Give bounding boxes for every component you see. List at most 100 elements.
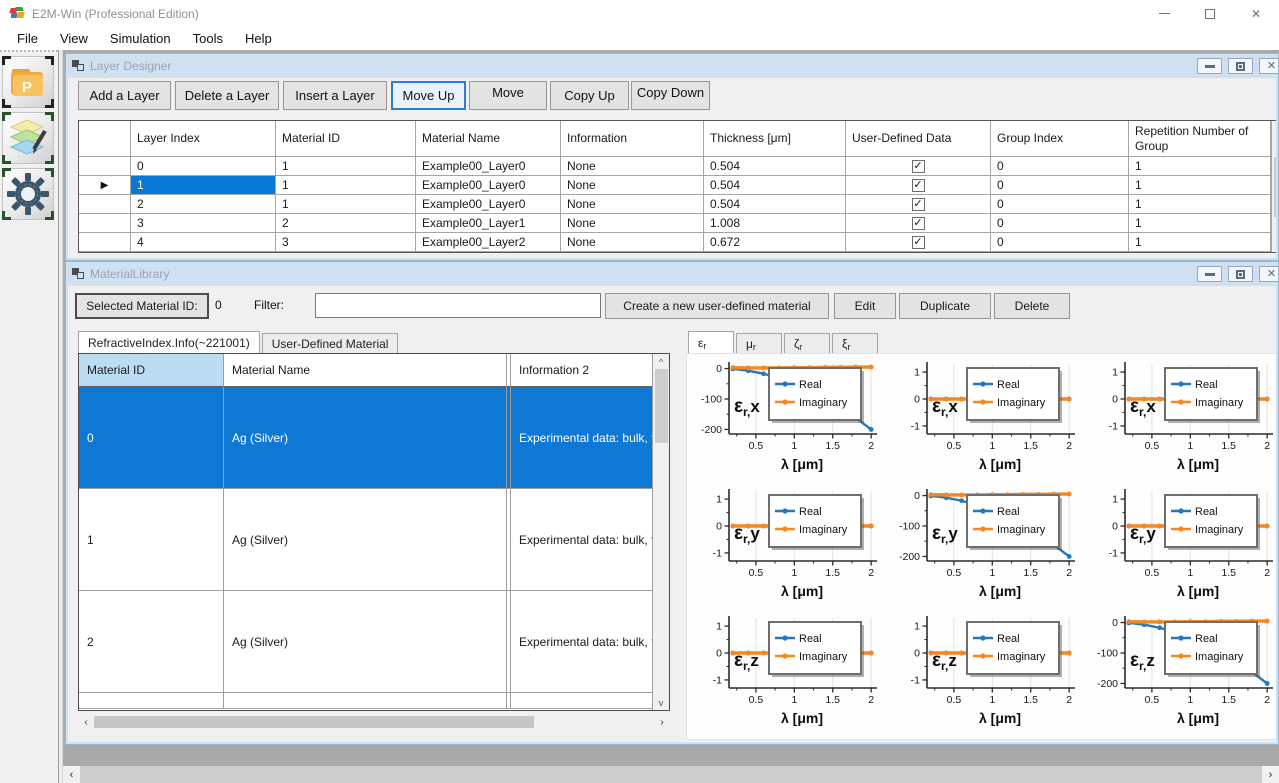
column-header[interactable]: Layer Index bbox=[131, 121, 276, 157]
repetition-cell[interactable]: 1 bbox=[1129, 214, 1271, 233]
column-header[interactable]: Material ID bbox=[276, 121, 416, 157]
repetition-cell[interactable]: 1 bbox=[1129, 176, 1271, 195]
menu-help[interactable]: Help bbox=[234, 29, 283, 48]
insert-layer-button[interactable]: Insert a Layer bbox=[283, 81, 387, 110]
filter-input[interactable] bbox=[315, 293, 601, 318]
close-icon[interactable]: ✕ bbox=[1259, 266, 1279, 282]
table-row[interactable]: 0Ag (Silver)Experimental data: bulk, thi… bbox=[79, 387, 669, 489]
group-index-cell[interactable]: 0 bbox=[991, 195, 1129, 214]
mdi-hscrollbar[interactable]: ‹ › bbox=[63, 766, 1279, 783]
user-defined-cell[interactable]: ✓ bbox=[846, 214, 991, 233]
layer-index-cell[interactable]: 2 bbox=[131, 195, 276, 214]
chart-tab-0[interactable]: εr bbox=[688, 331, 734, 353]
material-id-cell[interactable]: 1 bbox=[79, 489, 224, 591]
row-selector[interactable] bbox=[79, 233, 131, 252]
information-cell[interactable]: None bbox=[561, 157, 704, 176]
information-cell[interactable]: None bbox=[561, 195, 704, 214]
column-header[interactable]: Repetition Number of Group bbox=[1129, 121, 1271, 157]
tab-refractiveindex-info[interactable]: RefractiveIndex.Info(~221001) bbox=[78, 331, 260, 353]
material-name-cell[interactable]: Example00_Layer0 bbox=[416, 176, 561, 195]
column-header[interactable]: Material Name bbox=[224, 354, 507, 387]
close-icon[interactable]: ✕ bbox=[1233, 0, 1279, 27]
scroll-up-icon[interactable]: ^ bbox=[659, 354, 663, 369]
user-defined-cell[interactable]: ✓ bbox=[846, 195, 991, 214]
material-grid-vscrollbar[interactable]: ^v bbox=[652, 354, 669, 710]
column-header[interactable]: Group Index bbox=[991, 121, 1129, 157]
sidebar-item-layer-editor[interactable] bbox=[2, 112, 54, 164]
row-selector[interactable]: ▶ bbox=[79, 176, 131, 195]
table-row[interactable]: 1Ag (Silver)Experimental data: bulk, thi… bbox=[79, 489, 669, 591]
table-row[interactable]: 43Example00_Layer2None0.672✓01 bbox=[79, 233, 1276, 252]
checkbox-icon[interactable]: ✓ bbox=[912, 217, 925, 230]
row-selector[interactable] bbox=[79, 214, 131, 233]
information-cell[interactable]: None bbox=[561, 233, 704, 252]
column-header[interactable]: Information bbox=[561, 121, 704, 157]
material-id-cell[interactable]: 0 bbox=[79, 387, 224, 489]
scroll-right-icon[interactable]: › bbox=[654, 717, 670, 728]
checkbox-icon[interactable]: ✓ bbox=[912, 160, 925, 173]
move-up-button[interactable]: Move Up bbox=[391, 81, 466, 110]
copy-down-button[interactable]: Copy Down bbox=[631, 81, 710, 110]
layer-designer-titlebar[interactable]: Layer Designer bbox=[66, 54, 1278, 77]
scroll-left-icon[interactable]: ‹ bbox=[78, 717, 94, 728]
chart-tab-2[interactable]: ζr bbox=[784, 333, 830, 353]
menu-file[interactable]: File bbox=[6, 29, 49, 48]
table-row[interactable]: 01Example00_Layer0None0.504✓01 bbox=[79, 157, 1276, 176]
user-defined-cell[interactable]: ✓ bbox=[846, 157, 991, 176]
material-name-cell[interactable]: Ag (Silver) bbox=[224, 489, 507, 591]
menu-tools[interactable]: Tools bbox=[182, 29, 234, 48]
scrollbar-thumb[interactable] bbox=[655, 369, 668, 443]
thickness-cell[interactable]: 0.672 bbox=[704, 233, 846, 252]
layer-index-cell[interactable]: 0 bbox=[131, 157, 276, 176]
material-name-cell[interactable]: Ag (Silver) bbox=[224, 387, 507, 489]
material-grid-hscrollbar[interactable]: ‹ › bbox=[78, 714, 670, 730]
scroll-right-icon[interactable]: › bbox=[1262, 766, 1279, 783]
material-id-cell[interactable]: 3 bbox=[276, 233, 416, 252]
scroll-left-icon[interactable]: ‹ bbox=[63, 766, 80, 783]
scroll-down-icon[interactable]: v bbox=[659, 695, 664, 710]
column-header[interactable]: Material ID bbox=[79, 354, 224, 387]
move-button[interactable]: Move bbox=[469, 81, 547, 110]
layer-index-cell[interactable]: 3 bbox=[131, 214, 276, 233]
material-id-cell[interactable]: 2 bbox=[276, 214, 416, 233]
user-defined-cell[interactable]: ✓ bbox=[846, 233, 991, 252]
material-id-cell[interactable]: 1 bbox=[276, 157, 416, 176]
table-row[interactable]: 32Example00_Layer1None1.008✓01 bbox=[79, 214, 1276, 233]
material-library-titlebar[interactable]: MaterialLibrary bbox=[66, 262, 1278, 285]
layer-index-cell[interactable]: 1 bbox=[131, 176, 276, 195]
material-id-cell[interactable]: 2 bbox=[79, 591, 224, 693]
column-header[interactable]: User-Defined Data bbox=[846, 121, 991, 157]
table-row[interactable]: 2Ag (Silver)Experimental data: bulk, thi… bbox=[79, 591, 669, 693]
column-header[interactable]: Thickness [μm] bbox=[704, 121, 846, 157]
add-layer-button[interactable]: Add a Layer bbox=[78, 81, 171, 110]
information-cell[interactable]: Experimental data: bulk, thic bbox=[511, 489, 654, 591]
material-name-cell[interactable]: Example00_Layer1 bbox=[416, 214, 561, 233]
layer-index-cell[interactable]: 4 bbox=[131, 233, 276, 252]
create-material-button[interactable]: Create a new user-defined material bbox=[605, 293, 829, 319]
material-id-cell[interactable]: 1 bbox=[276, 176, 416, 195]
thickness-cell[interactable]: 0.504 bbox=[704, 157, 846, 176]
scrollbar-thumb[interactable] bbox=[1274, 157, 1277, 217]
sidebar-item-settings[interactable] bbox=[2, 168, 54, 220]
column-header[interactable]: Information 2 bbox=[511, 354, 654, 387]
table-row[interactable]: ▶11Example00_Layer0None0.504✓01 bbox=[79, 176, 1276, 195]
duplicate-button[interactable]: Duplicate bbox=[899, 293, 991, 319]
copy-up-button[interactable]: Copy Up bbox=[550, 81, 629, 110]
selected-material-id-button[interactable]: Selected Material ID: bbox=[75, 293, 209, 319]
minimize-icon[interactable] bbox=[1197, 266, 1222, 282]
tab-user-defined-material[interactable]: User-Defined Material bbox=[262, 333, 399, 353]
material-id-cell[interactable]: 1 bbox=[276, 195, 416, 214]
thickness-cell[interactable]: 0.504 bbox=[704, 176, 846, 195]
chart-tab-1[interactable]: μr bbox=[736, 333, 782, 353]
repetition-cell[interactable]: 1 bbox=[1129, 233, 1271, 252]
repetition-cell[interactable]: 1 bbox=[1129, 195, 1271, 214]
menu-view[interactable]: View bbox=[49, 29, 99, 48]
scrollbar-thumb[interactable] bbox=[94, 716, 534, 728]
checkbox-icon[interactable]: ✓ bbox=[912, 179, 925, 192]
information-cell[interactable]: Experimental data: bulk, thic bbox=[511, 387, 654, 489]
information-cell[interactable]: Experimental data: bulk, thic bbox=[511, 591, 654, 693]
delete-button[interactable]: Delete bbox=[994, 293, 1070, 319]
checkbox-icon[interactable]: ✓ bbox=[912, 198, 925, 211]
information-cell[interactable]: None bbox=[561, 214, 704, 233]
menu-simulation[interactable]: Simulation bbox=[99, 29, 182, 48]
